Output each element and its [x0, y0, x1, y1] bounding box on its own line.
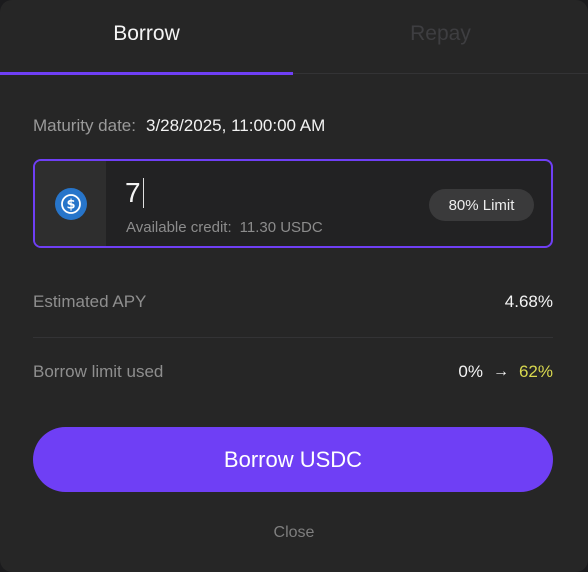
estimated-apy-row: Estimated APY 4.68%	[33, 292, 553, 312]
estimated-apy-value: 4.68%	[504, 292, 553, 311]
text-caret	[143, 178, 144, 208]
token-selector: $	[35, 161, 106, 246]
active-tab-indicator	[0, 72, 293, 75]
usdc-dollar-icon: $	[54, 187, 87, 220]
available-credit: Available credit: 11.30 USDC	[126, 219, 323, 236]
borrow-limit-values: 0% → 62%	[458, 362, 553, 382]
tab-repay[interactable]: Repay	[293, 0, 588, 74]
maturity-date-label: Maturity date:	[33, 116, 136, 135]
borrow-limit-label: Borrow limit used	[33, 362, 164, 381]
amount-input-box[interactable]: $ Available credit: 11.30 USDC 80% Limit	[33, 159, 553, 248]
borrow-modal: Borrow Repay Maturity date: 3/28/2025, 1…	[0, 0, 588, 572]
amount-field-wrap	[125, 177, 144, 209]
borrow-limit-to: 62%	[518, 362, 553, 381]
tab-bar: Borrow Repay	[0, 0, 588, 75]
available-credit-label: Available credit:	[126, 219, 232, 236]
amount-input[interactable]	[125, 177, 143, 209]
maturity-date: Maturity date: 3/28/2025, 11:00:00 AM	[33, 116, 325, 136]
estimated-apy-label: Estimated APY	[33, 292, 147, 311]
right-arrow-icon: →	[492, 363, 509, 380]
stats-divider	[33, 337, 553, 338]
tab-repay-label: Repay	[410, 22, 471, 45]
svg-text:$: $	[66, 197, 75, 212]
borrow-limit-row: Borrow limit used 0% → 62%	[33, 362, 553, 382]
maturity-date-value: 3/28/2025, 11:00:00 AM	[146, 116, 326, 135]
limit-80-button[interactable]: 80% Limit	[429, 189, 534, 221]
close-button[interactable]: Close	[0, 524, 588, 542]
available-credit-value: 11.30 USDC	[239, 219, 323, 236]
borrow-usdc-button[interactable]: Borrow USDC	[33, 427, 553, 492]
tab-borrow-label: Borrow	[113, 22, 180, 45]
borrow-limit-from: 0%	[458, 362, 483, 381]
tab-borrow[interactable]: Borrow	[0, 0, 293, 74]
